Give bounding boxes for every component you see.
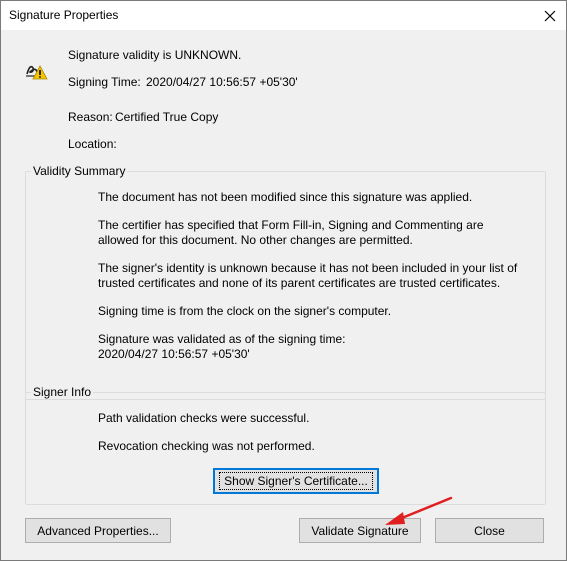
signature-properties-dialog: Signature Properties Signature validity … (0, 0, 567, 561)
validity-paragraph-2: The certifier has specified that Form Fi… (98, 218, 484, 247)
signer-info-title: Signer Info (31, 385, 94, 399)
validity-paragraph-1: The document has not been modified since… (98, 190, 473, 204)
validity-paragraph-3: The signer's identity is unknown because… (98, 261, 518, 290)
show-signers-certificate-button[interactable]: Show Signer's Certificate... (213, 468, 379, 494)
close-icon[interactable] (534, 1, 566, 30)
window-title: Signature Properties (9, 8, 119, 22)
validity-status: Signature validity is UNKNOWN. (68, 48, 242, 62)
validity-summary-title: Validity Summary (31, 164, 128, 178)
reason-value: Certified True Copy (115, 110, 219, 124)
signer-info-paragraph-2: Revocation checking was not performed. (98, 439, 315, 453)
signing-time-value: 2020/04/27 10:56:57 +05'30' (146, 75, 298, 89)
signer-info-paragraph-1: Path validation checks were successful. (98, 411, 310, 425)
title-bar: Signature Properties (1, 1, 566, 30)
dialog-content: Signature validity is UNKNOWN. Signing T… (1, 30, 566, 560)
annotation-arrow-icon (385, 496, 453, 525)
location-label: Location: (68, 137, 117, 151)
advanced-properties-button[interactable]: Advanced Properties... (25, 518, 171, 543)
signature-warning-icon (26, 65, 48, 80)
signing-time-label: Signing Time: (68, 75, 141, 89)
reason-label: Reason: (68, 110, 113, 124)
validity-paragraph-4: Signing time is from the clock on the si… (98, 304, 392, 318)
validity-paragraph-5: Signature was validated as of the signin… (98, 332, 346, 361)
